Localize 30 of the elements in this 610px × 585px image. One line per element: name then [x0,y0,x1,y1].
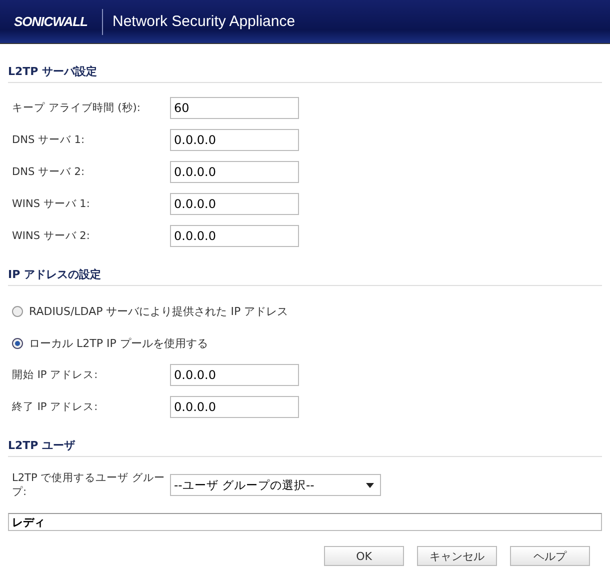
field-label: 開始 IP アドレス: [12,368,99,382]
input-field[interactable]: 0.0.0.0 [170,193,299,215]
radio-button[interactable] [12,338,23,348]
logo: SONICWALL [14,14,88,29]
field-label: 終了 IP アドレス: [12,400,99,414]
radio-label[interactable]: ローカル L2TP IP プールを使用する [29,336,208,350]
radio-button[interactable] [12,306,23,316]
input-field[interactable]: 0.0.0.0 [170,129,299,151]
caret-icon [366,482,374,488]
field-label: DNS サーバ 1: [12,133,86,147]
status-bar: レディ [8,513,602,531]
field-label: DNS サーバ 2: [12,165,86,179]
input-field[interactable]: 0.0.0.0 [170,161,299,183]
section-title: L2TP サーバ設定 [8,64,602,83]
dialog-button[interactable]: OK [324,546,404,566]
field-label: WINS サーバ 1: [12,197,91,211]
field-label: キープ アライブ時間 (秒): [12,101,142,115]
section-title: IP アドレスの設定 [8,267,602,286]
field-label: L2TP で使用するユーザ グループ: [12,471,166,499]
app-title: Network Security Appliance [112,13,296,30]
section-title: L2TP ユーザ [8,438,602,457]
input-field[interactable]: 60 [170,97,299,119]
field-label: WINS サーバ 2: [12,229,91,243]
dialog-button[interactable]: ヘルプ [510,546,590,566]
dialog-button[interactable]: キャンセル [417,546,497,566]
input-field[interactable]: 0.0.0.0 [170,396,299,418]
radio-label[interactable]: RADIUS/LDAP サーバにより提供された IP アドレス [29,304,288,318]
group-dropdown[interactable]: --ユーザ グループの選択-- [170,474,381,496]
input-field[interactable]: 0.0.0.0 [170,364,299,386]
input-field[interactable]: 0.0.0.0 [170,225,299,247]
